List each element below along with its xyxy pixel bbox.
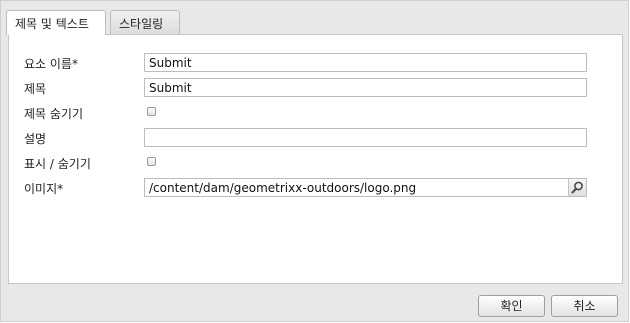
tab-bar: 제목 및 텍스트 스타일링 [6,10,626,35]
image-row: 이미지* [9,176,622,198]
image-browse-button[interactable] [568,179,586,196]
image-path-field [144,178,587,197]
show-hide-checkbox[interactable] [147,157,156,166]
element-name-row: 요소 이름* [9,51,622,73]
ok-button[interactable]: 확인 [478,295,545,317]
form-panel: 요소 이름* 제목 제목 숨기기 설명 표시 / 숨기기 이미지* [8,34,623,284]
description-input[interactable] [144,128,587,147]
hide-title-row: 제목 숨기기 [9,101,622,123]
cancel-button[interactable]: 취소 [551,295,618,317]
image-path-input[interactable] [145,179,570,196]
tab-title-and-text[interactable]: 제목 및 텍스트 [6,10,106,35]
title-label: 제목 [24,82,47,96]
show-hide-row: 표시 / 숨기기 [9,151,622,173]
hide-title-checkbox[interactable] [147,107,156,116]
dialog-footer: 확인 취소 [1,287,628,323]
title-input[interactable] [144,78,587,97]
description-row: 설명 [9,126,622,148]
description-label: 설명 [24,132,47,146]
hide-title-label: 제목 숨기기 [24,107,84,121]
show-hide-label: 표시 / 숨기기 [24,157,91,171]
dialog: 제목 및 텍스트 스타일링 요소 이름* 제목 제목 숨기기 설명 표시 / 숨… [0,0,629,322]
tab-styling[interactable]: 스타일링 [110,10,180,34]
element-name-label: 요소 이름* [24,57,78,71]
title-row: 제목 [9,76,622,98]
element-name-input[interactable] [144,53,587,72]
search-icon [571,181,583,194]
image-label: 이미지* [24,182,64,196]
